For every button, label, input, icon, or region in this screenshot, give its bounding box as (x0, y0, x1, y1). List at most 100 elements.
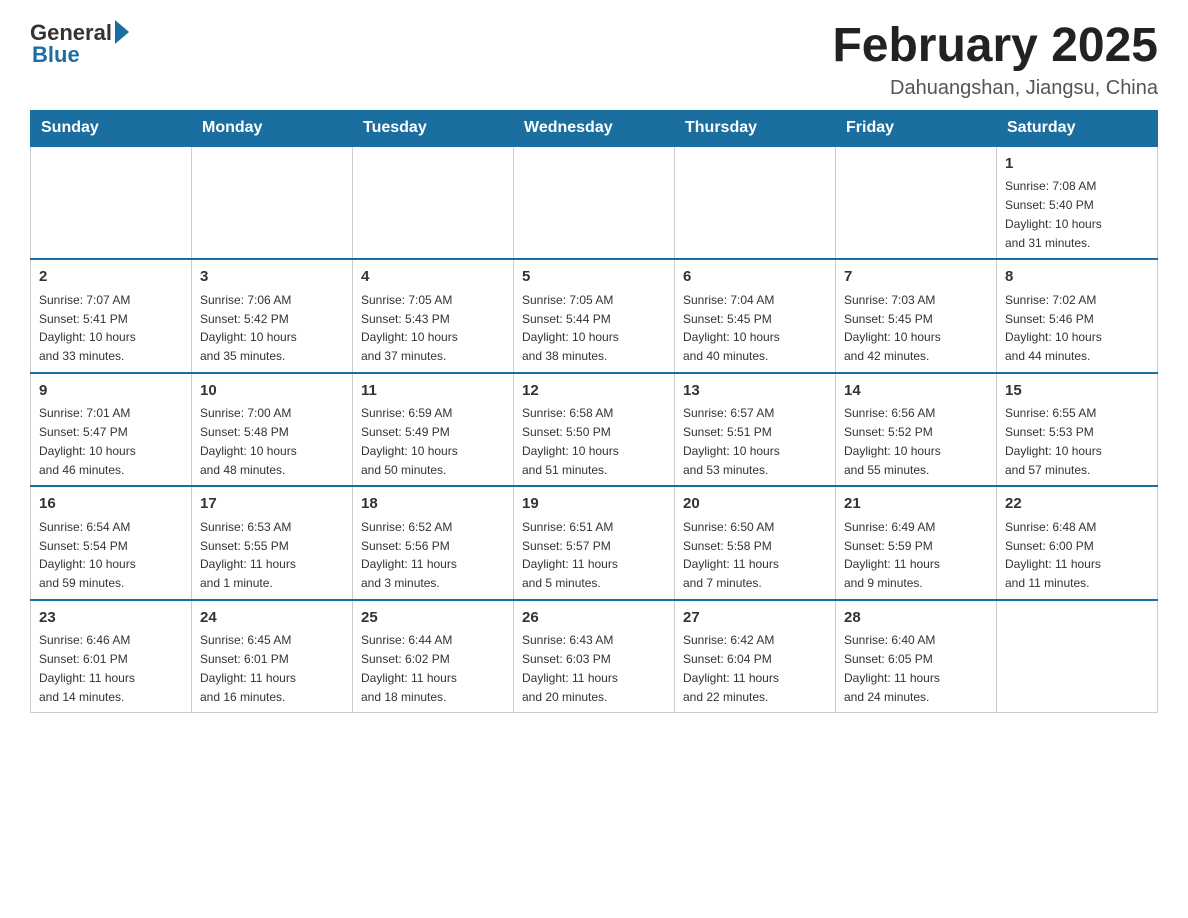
calendar-cell: 22 Sunrise: 6:48 AMSunset: 6:00 PMDayligh… (997, 486, 1158, 600)
day-number: 10 (200, 380, 344, 403)
day-info: Sunrise: 6:54 AMSunset: 5:54 PMDaylight:… (39, 520, 136, 590)
calendar-cell (192, 146, 353, 260)
day-number: 17 (200, 493, 344, 516)
day-info: Sunrise: 6:52 AMSunset: 5:56 PMDaylight:… (361, 520, 457, 590)
day-info: Sunrise: 6:56 AMSunset: 5:52 PMDaylight:… (844, 406, 941, 476)
day-number: 2 (39, 266, 183, 289)
day-info: Sunrise: 6:58 AMSunset: 5:50 PMDaylight:… (522, 406, 619, 476)
calendar-cell (514, 146, 675, 260)
calendar-cell: 10 Sunrise: 7:00 AMSunset: 5:48 PMDayligh… (192, 373, 353, 487)
day-number: 23 (39, 607, 183, 630)
weekday-header-saturday: Saturday (997, 110, 1158, 146)
calendar-cell (31, 146, 192, 260)
calendar-cell: 17 Sunrise: 6:53 AMSunset: 5:55 PMDayligh… (192, 486, 353, 600)
location-subtitle: Dahuangshan, Jiangsu, China (832, 77, 1158, 100)
day-info: Sunrise: 6:50 AMSunset: 5:58 PMDaylight:… (683, 520, 779, 590)
day-number: 27 (683, 607, 827, 630)
day-number: 25 (361, 607, 505, 630)
day-info: Sunrise: 6:42 AMSunset: 6:04 PMDaylight:… (683, 633, 779, 703)
calendar-cell: 11Sunrise: 6:59 AMSunset: 5:49 PMDayligh… (353, 373, 514, 487)
day-info: Sunrise: 7:00 AMSunset: 5:48 PMDaylight:… (200, 406, 297, 476)
day-number: 8 (1005, 266, 1149, 289)
calendar-cell: 5 Sunrise: 7:05 AMSunset: 5:44 PMDaylight… (514, 259, 675, 373)
day-info: Sunrise: 6:44 AMSunset: 6:02 PMDaylight:… (361, 633, 457, 703)
calendar-cell (675, 146, 836, 260)
calendar-cell: 21 Sunrise: 6:49 AMSunset: 5:59 PMDayligh… (836, 486, 997, 600)
weekday-header-wednesday: Wednesday (514, 110, 675, 146)
day-info: Sunrise: 6:43 AMSunset: 6:03 PMDaylight:… (522, 633, 618, 703)
calendar-cell: 7 Sunrise: 7:03 AMSunset: 5:45 PMDaylight… (836, 259, 997, 373)
calendar-cell (353, 146, 514, 260)
weekday-header-thursday: Thursday (675, 110, 836, 146)
week-row-5: 23 Sunrise: 6:46 AMSunset: 6:01 PMDayligh… (31, 600, 1158, 713)
week-row-1: 1 Sunrise: 7:08 AMSunset: 5:40 PMDaylight… (31, 146, 1158, 260)
day-info: Sunrise: 6:51 AMSunset: 5:57 PMDaylight:… (522, 520, 618, 590)
weekday-header-friday: Friday (836, 110, 997, 146)
calendar-cell: 28Sunrise: 6:40 AMSunset: 6:05 PMDayligh… (836, 600, 997, 713)
day-info: Sunrise: 7:03 AMSunset: 5:45 PMDaylight:… (844, 293, 941, 363)
day-number: 20 (683, 493, 827, 516)
day-number: 18 (361, 493, 505, 516)
week-row-3: 9 Sunrise: 7:01 AMSunset: 5:47 PMDaylight… (31, 373, 1158, 487)
weekday-header-monday: Monday (192, 110, 353, 146)
week-row-2: 2Sunrise: 7:07 AMSunset: 5:41 PMDaylight… (31, 259, 1158, 373)
day-number: 4 (361, 266, 505, 289)
logo-arrow-icon (115, 20, 129, 44)
calendar-cell: 12Sunrise: 6:58 AMSunset: 5:50 PMDayligh… (514, 373, 675, 487)
weekday-header-tuesday: Tuesday (353, 110, 514, 146)
day-info: Sunrise: 6:53 AMSunset: 5:55 PMDaylight:… (200, 520, 296, 590)
day-info: Sunrise: 7:05 AMSunset: 5:43 PMDaylight:… (361, 293, 458, 363)
calendar-cell (836, 146, 997, 260)
day-number: 9 (39, 380, 183, 403)
day-info: Sunrise: 6:45 AMSunset: 6:01 PMDaylight:… (200, 633, 296, 703)
calendar-cell: 20 Sunrise: 6:50 AMSunset: 5:58 PMDayligh… (675, 486, 836, 600)
month-title: February 2025 (832, 20, 1158, 73)
day-number: 7 (844, 266, 988, 289)
calendar-cell: 15Sunrise: 6:55 AMSunset: 5:53 PMDayligh… (997, 373, 1158, 487)
day-info: Sunrise: 7:08 AMSunset: 5:40 PMDaylight:… (1005, 179, 1102, 249)
page-header: General Blue February 2025 Dahuangshan, … (30, 20, 1158, 100)
day-number: 28 (844, 607, 988, 630)
day-info: Sunrise: 7:06 AMSunset: 5:42 PMDaylight:… (200, 293, 297, 363)
calendar-cell: 4 Sunrise: 7:05 AMSunset: 5:43 PMDaylight… (353, 259, 514, 373)
logo: General Blue (30, 20, 129, 68)
day-number: 21 (844, 493, 988, 516)
day-info: Sunrise: 7:01 AMSunset: 5:47 PMDaylight:… (39, 406, 136, 476)
day-number: 1 (1005, 153, 1149, 176)
weekday-header-sunday: Sunday (31, 110, 192, 146)
calendar-cell: 27 Sunrise: 6:42 AMSunset: 6:04 PMDayligh… (675, 600, 836, 713)
calendar-cell (997, 600, 1158, 713)
day-number: 22 (1005, 493, 1149, 516)
calendar-cell: 8 Sunrise: 7:02 AMSunset: 5:46 PMDaylight… (997, 259, 1158, 373)
calendar-cell: 18 Sunrise: 6:52 AMSunset: 5:56 PMDayligh… (353, 486, 514, 600)
calendar-cell: 2Sunrise: 7:07 AMSunset: 5:41 PMDaylight… (31, 259, 192, 373)
calendar-cell: 3 Sunrise: 7:06 AMSunset: 5:42 PMDaylight… (192, 259, 353, 373)
calendar-cell: 25 Sunrise: 6:44 AMSunset: 6:02 PMDayligh… (353, 600, 514, 713)
logo-blue-text: Blue (32, 42, 80, 68)
calendar-cell: 23 Sunrise: 6:46 AMSunset: 6:01 PMDayligh… (31, 600, 192, 713)
calendar-table: SundayMondayTuesdayWednesdayThursdayFrid… (30, 110, 1158, 714)
calendar-cell: 1 Sunrise: 7:08 AMSunset: 5:40 PMDaylight… (997, 146, 1158, 260)
title-block: February 2025 Dahuangshan, Jiangsu, Chin… (832, 20, 1158, 100)
day-info: Sunrise: 6:57 AMSunset: 5:51 PMDaylight:… (683, 406, 780, 476)
day-number: 6 (683, 266, 827, 289)
calendar-cell: 14 Sunrise: 6:56 AMSunset: 5:52 PMDayligh… (836, 373, 997, 487)
day-info: Sunrise: 6:48 AMSunset: 6:00 PMDaylight:… (1005, 520, 1101, 590)
day-number: 24 (200, 607, 344, 630)
calendar-cell: 26Sunrise: 6:43 AMSunset: 6:03 PMDayligh… (514, 600, 675, 713)
day-number: 3 (200, 266, 344, 289)
week-row-4: 16Sunrise: 6:54 AMSunset: 5:54 PMDayligh… (31, 486, 1158, 600)
day-info: Sunrise: 7:04 AMSunset: 5:45 PMDaylight:… (683, 293, 780, 363)
day-number: 5 (522, 266, 666, 289)
day-info: Sunrise: 6:46 AMSunset: 6:01 PMDaylight:… (39, 633, 135, 703)
day-number: 14 (844, 380, 988, 403)
calendar-header-row: SundayMondayTuesdayWednesdayThursdayFrid… (31, 110, 1158, 146)
day-number: 13 (683, 380, 827, 403)
calendar-cell: 24 Sunrise: 6:45 AMSunset: 6:01 PMDayligh… (192, 600, 353, 713)
day-info: Sunrise: 7:02 AMSunset: 5:46 PMDaylight:… (1005, 293, 1102, 363)
day-info: Sunrise: 6:59 AMSunset: 5:49 PMDaylight:… (361, 406, 458, 476)
day-info: Sunrise: 6:49 AMSunset: 5:59 PMDaylight:… (844, 520, 940, 590)
calendar-cell: 13 Sunrise: 6:57 AMSunset: 5:51 PMDayligh… (675, 373, 836, 487)
calendar-cell: 19Sunrise: 6:51 AMSunset: 5:57 PMDayligh… (514, 486, 675, 600)
day-info: Sunrise: 7:05 AMSunset: 5:44 PMDaylight:… (522, 293, 619, 363)
